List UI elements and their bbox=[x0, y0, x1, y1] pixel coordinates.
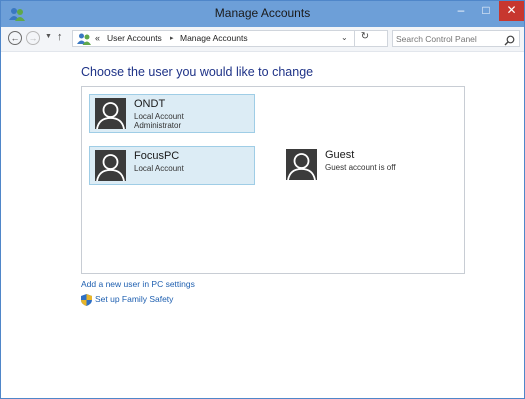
minimize-button[interactable]: – bbox=[448, 1, 474, 21]
search-icon[interactable] bbox=[504, 33, 515, 46]
search-input[interactable] bbox=[396, 32, 496, 45]
accounts-panel: ONDT Local Account Administrator FocusPC… bbox=[81, 86, 465, 274]
recent-locations-chevron-icon[interactable]: ▼ bbox=[45, 33, 52, 40]
breadcrumb-manage-accounts[interactable]: Manage Accounts bbox=[180, 33, 248, 43]
maximize-button[interactable]: □ bbox=[473, 1, 499, 21]
address-bar[interactable]: « User Accounts ▸ Manage Accounts ⌄ ↻ bbox=[72, 30, 388, 47]
user-avatar-icon bbox=[95, 98, 126, 129]
window-title: Manage Accounts bbox=[214, 6, 311, 20]
account-name: ONDT bbox=[134, 98, 166, 110]
up-arrow-icon[interactable]: ↑ bbox=[57, 31, 63, 43]
user-avatar-icon bbox=[286, 149, 317, 180]
account-tile-focuspc[interactable]: FocusPC Local Account bbox=[89, 146, 255, 185]
account-tile-ondt[interactable]: ONDT Local Account Administrator bbox=[89, 94, 255, 133]
breadcrumb-user-accounts[interactable]: User Accounts bbox=[107, 33, 162, 43]
user-avatar-icon bbox=[95, 150, 126, 181]
account-type: Local Account bbox=[134, 112, 184, 121]
account-status: Guest account is off bbox=[325, 163, 396, 172]
address-dropdown-icon[interactable]: ⌄ bbox=[341, 33, 348, 42]
navigation-bar: ← → ▼ ↑ « User Accounts ▸ Manage Account… bbox=[1, 27, 524, 52]
add-new-user-link[interactable]: Add a new user in PC settings bbox=[81, 279, 195, 289]
main-content: Choose the user you would like to change… bbox=[1, 52, 524, 398]
breadcrumb-overflow-icon[interactable]: « bbox=[95, 33, 100, 43]
account-name: Guest bbox=[325, 149, 355, 161]
page-heading: Choose the user you would like to change bbox=[81, 65, 314, 79]
forward-arrow-icon[interactable]: → bbox=[26, 31, 40, 45]
breadcrumb-separator-icon: ▸ bbox=[170, 35, 174, 42]
back-arrow-icon[interactable]: ← bbox=[8, 31, 22, 45]
account-type: Local Account bbox=[134, 164, 184, 173]
account-tile-guest[interactable]: Guest Guest account is off bbox=[281, 146, 447, 185]
set-up-family-safety-link[interactable]: Set up Family Safety bbox=[95, 294, 173, 304]
shield-icon bbox=[81, 293, 92, 306]
manage-accounts-window: Manage Accounts – □ ✕ ← → ▼ ↑ « User Acc… bbox=[0, 0, 525, 399]
search-box[interactable] bbox=[392, 30, 520, 47]
user-accounts-icon bbox=[77, 32, 91, 46]
close-button[interactable]: ✕ bbox=[499, 1, 524, 21]
title-bar[interactable]: Manage Accounts – □ ✕ bbox=[1, 1, 524, 27]
refresh-icon[interactable]: ↻ bbox=[354, 31, 375, 46]
account-name: FocusPC bbox=[134, 150, 180, 162]
account-role: Administrator bbox=[134, 121, 182, 130]
